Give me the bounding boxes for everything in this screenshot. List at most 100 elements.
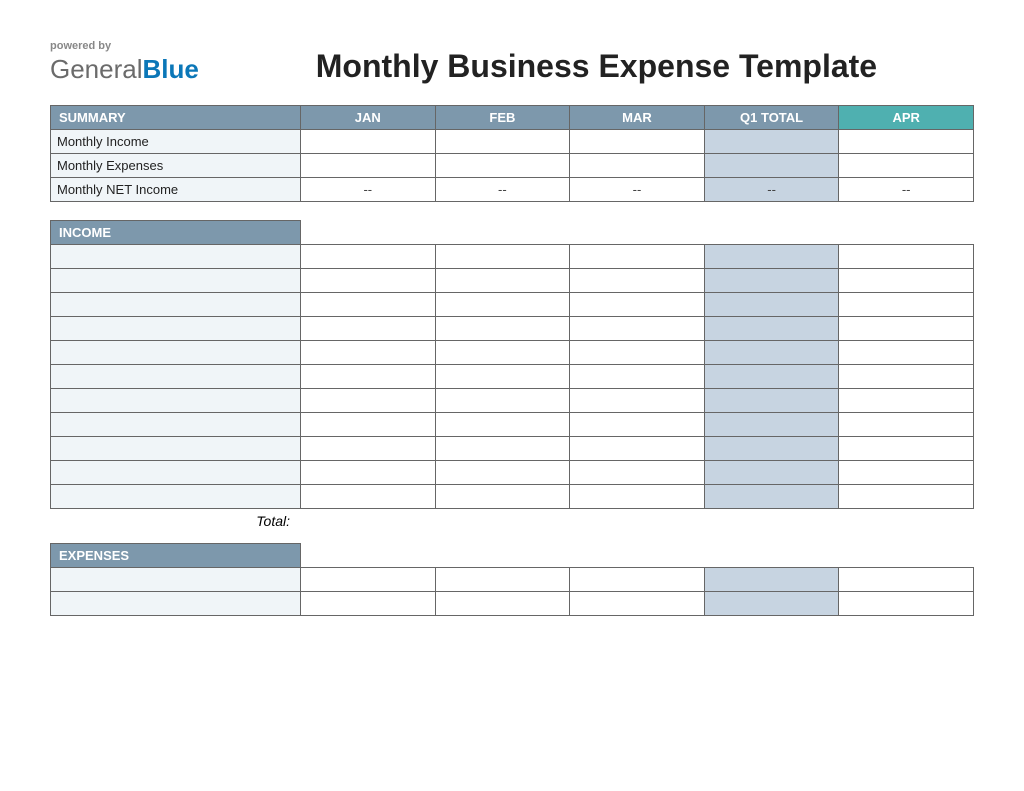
summary-table: SUMMARY JAN FEB MAR Q1 TOTAL APR Monthly…	[50, 105, 974, 202]
cell[interactable]	[570, 461, 705, 485]
table-row	[51, 317, 974, 341]
cell[interactable]	[301, 437, 436, 461]
table-row	[51, 245, 974, 269]
row-label[interactable]	[51, 389, 301, 413]
cell[interactable]	[301, 485, 436, 509]
cell[interactable]	[435, 568, 570, 592]
cell[interactable]	[570, 317, 705, 341]
cell[interactable]	[839, 130, 974, 154]
cell[interactable]	[570, 485, 705, 509]
cell[interactable]	[839, 269, 974, 293]
row-label[interactable]	[51, 437, 301, 461]
cell[interactable]	[301, 269, 436, 293]
q1-cell	[704, 245, 839, 269]
cell[interactable]	[435, 485, 570, 509]
summary-header-row: SUMMARY JAN FEB MAR Q1 TOTAL APR	[51, 106, 974, 130]
cell[interactable]	[570, 592, 705, 616]
cell[interactable]	[435, 293, 570, 317]
cell[interactable]	[435, 130, 570, 154]
cell[interactable]	[301, 245, 436, 269]
cell[interactable]	[570, 269, 705, 293]
table-row	[51, 413, 974, 437]
row-label[interactable]	[51, 245, 301, 269]
table-row	[51, 341, 974, 365]
cell[interactable]	[435, 154, 570, 178]
cell[interactable]	[839, 389, 974, 413]
cell[interactable]	[570, 389, 705, 413]
q1-cell	[704, 365, 839, 389]
row-label[interactable]	[51, 568, 301, 592]
table-row	[51, 485, 974, 509]
brand-logo: powered by GeneralBlue	[50, 40, 199, 85]
row-label[interactable]	[51, 293, 301, 317]
cell[interactable]	[839, 461, 974, 485]
q1-cell	[704, 269, 839, 293]
cell[interactable]	[435, 269, 570, 293]
expenses-header: EXPENSES	[51, 544, 301, 568]
cell[interactable]	[435, 341, 570, 365]
table-row	[51, 437, 974, 461]
page-title: Monthly Business Expense Template	[199, 48, 974, 85]
q1-cell	[704, 389, 839, 413]
cell[interactable]	[435, 245, 570, 269]
cell[interactable]	[301, 592, 436, 616]
cell[interactable]	[839, 154, 974, 178]
cell: --	[570, 178, 705, 202]
row-label[interactable]	[51, 341, 301, 365]
cell[interactable]	[570, 154, 705, 178]
q1-cell	[704, 413, 839, 437]
row-label[interactable]	[51, 269, 301, 293]
cell[interactable]	[435, 437, 570, 461]
cell[interactable]	[570, 437, 705, 461]
row-label[interactable]	[51, 592, 301, 616]
q1-cell	[704, 154, 839, 178]
cell[interactable]	[570, 413, 705, 437]
cell[interactable]	[301, 389, 436, 413]
cell[interactable]	[301, 568, 436, 592]
cell[interactable]	[839, 293, 974, 317]
cell[interactable]	[839, 437, 974, 461]
cell[interactable]	[839, 245, 974, 269]
cell[interactable]	[301, 413, 436, 437]
cell[interactable]	[839, 592, 974, 616]
row-label[interactable]	[51, 461, 301, 485]
col-jan: JAN	[301, 106, 436, 130]
cell[interactable]	[839, 413, 974, 437]
cell[interactable]	[301, 317, 436, 341]
cell[interactable]	[301, 341, 436, 365]
col-apr: APR	[839, 106, 974, 130]
cell[interactable]	[435, 413, 570, 437]
cell[interactable]	[435, 365, 570, 389]
cell[interactable]	[570, 293, 705, 317]
cell[interactable]	[839, 317, 974, 341]
cell[interactable]	[570, 130, 705, 154]
cell[interactable]	[301, 461, 436, 485]
income-table: INCOME	[50, 220, 974, 509]
cell[interactable]	[570, 568, 705, 592]
cell[interactable]	[570, 365, 705, 389]
cell[interactable]	[435, 461, 570, 485]
row-label[interactable]	[51, 317, 301, 341]
expenses-header-row: EXPENSES	[51, 544, 974, 568]
cell[interactable]	[839, 341, 974, 365]
cell[interactable]	[839, 365, 974, 389]
cell[interactable]	[570, 245, 705, 269]
cell[interactable]	[301, 293, 436, 317]
q1-cell	[704, 130, 839, 154]
cell[interactable]	[435, 592, 570, 616]
row-label[interactable]	[51, 485, 301, 509]
summary-header: SUMMARY	[51, 106, 301, 130]
cell[interactable]	[301, 154, 436, 178]
cell[interactable]	[839, 568, 974, 592]
brand-name: GeneralBlue	[50, 54, 199, 85]
q1-cell	[704, 293, 839, 317]
row-label[interactable]	[51, 413, 301, 437]
row-label[interactable]	[51, 365, 301, 389]
cell[interactable]	[839, 485, 974, 509]
cell[interactable]	[570, 341, 705, 365]
cell[interactable]	[301, 130, 436, 154]
cell[interactable]	[301, 365, 436, 389]
cell[interactable]	[435, 317, 570, 341]
col-feb: FEB	[435, 106, 570, 130]
cell[interactable]	[435, 389, 570, 413]
